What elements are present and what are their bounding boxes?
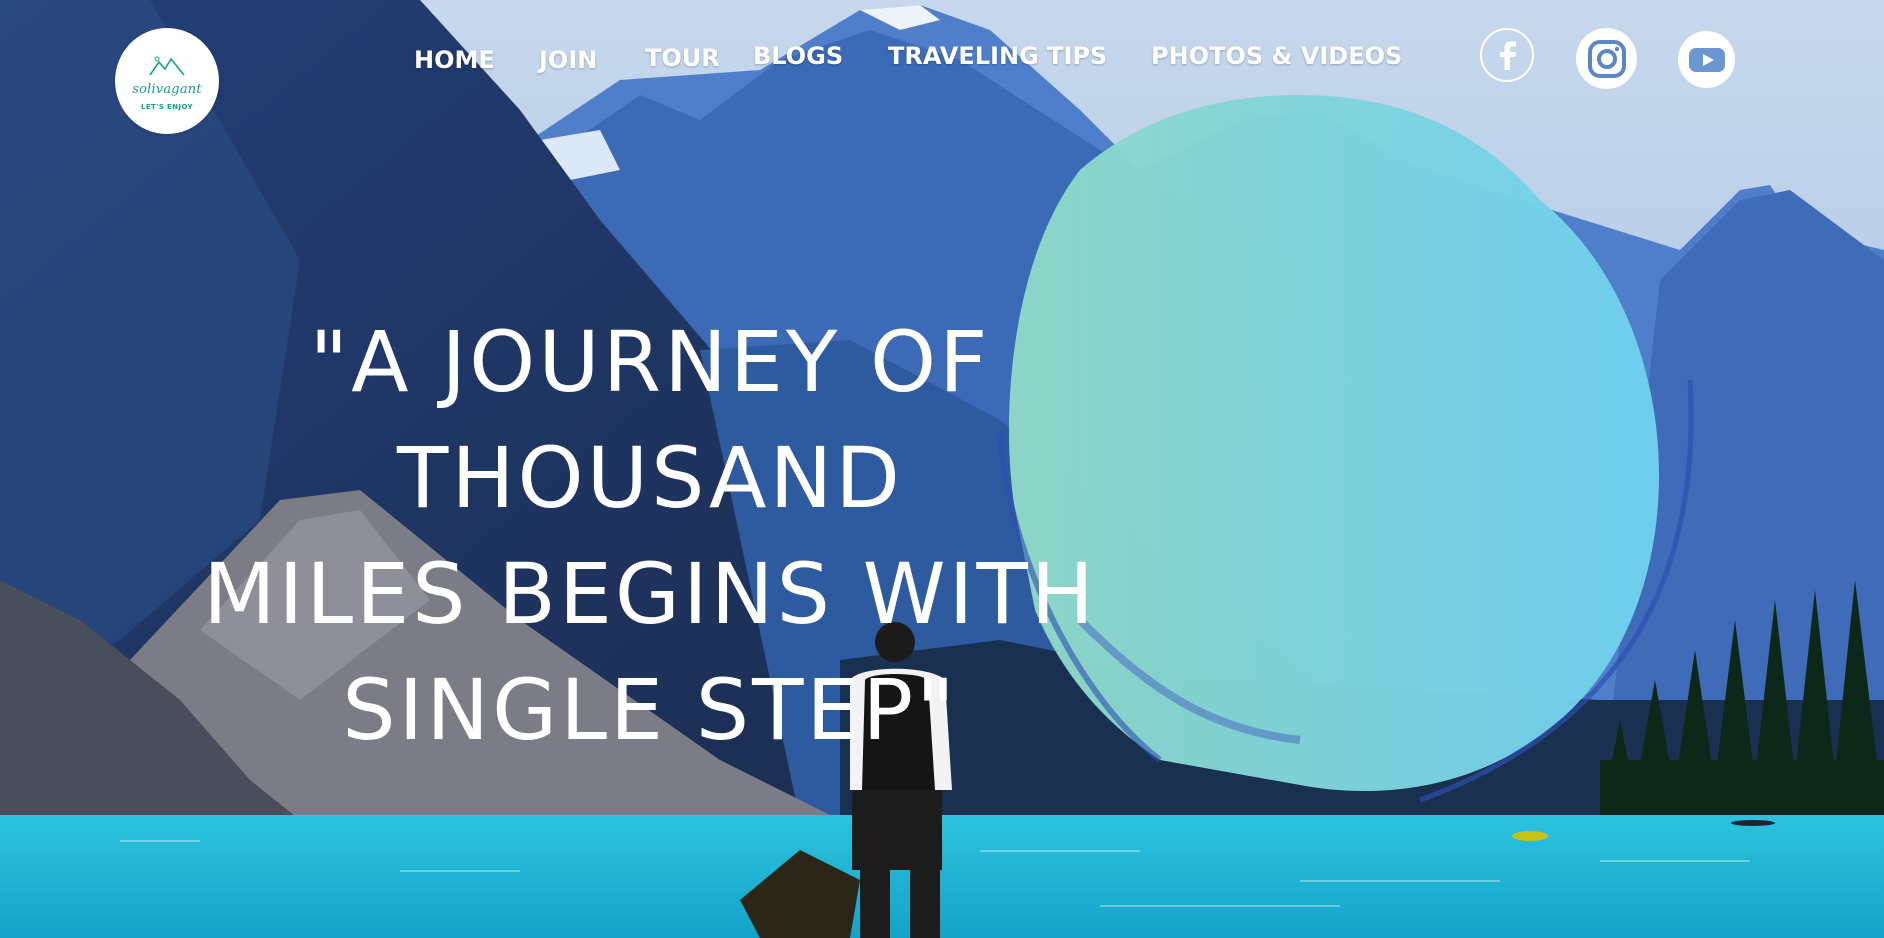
quote-line-3: SINGLE STEP" [342, 661, 958, 760]
nav-join-link[interactable]: JOIN [539, 46, 597, 74]
nav-home-link[interactable]: HOME [414, 46, 495, 74]
nav-tour-link[interactable]: TOUR [645, 44, 720, 72]
instagram-link[interactable] [1576, 28, 1637, 89]
facebook-link[interactable] [1480, 28, 1534, 82]
facebook-icon [1500, 41, 1516, 70]
nav-blogs-link[interactable]: BLOGS [753, 42, 843, 70]
youtube-link[interactable] [1678, 31, 1735, 88]
instagram-icon [1587, 39, 1626, 78]
hero-quote: "A JOURNEY OF THOUSAND MILES BEGINS WITH… [180, 304, 1120, 768]
nav-photos-videos-link[interactable]: PHOTOS & VIDEOS [1151, 42, 1402, 70]
youtube-icon [1688, 47, 1725, 72]
quote-line-2: MILES BEGINS WITH [203, 545, 1097, 644]
nav-traveling-tips-link[interactable]: TRAVELING TIPS [888, 42, 1107, 70]
quote-line-1: "A JOURNEY OF THOUSAND [309, 313, 991, 528]
